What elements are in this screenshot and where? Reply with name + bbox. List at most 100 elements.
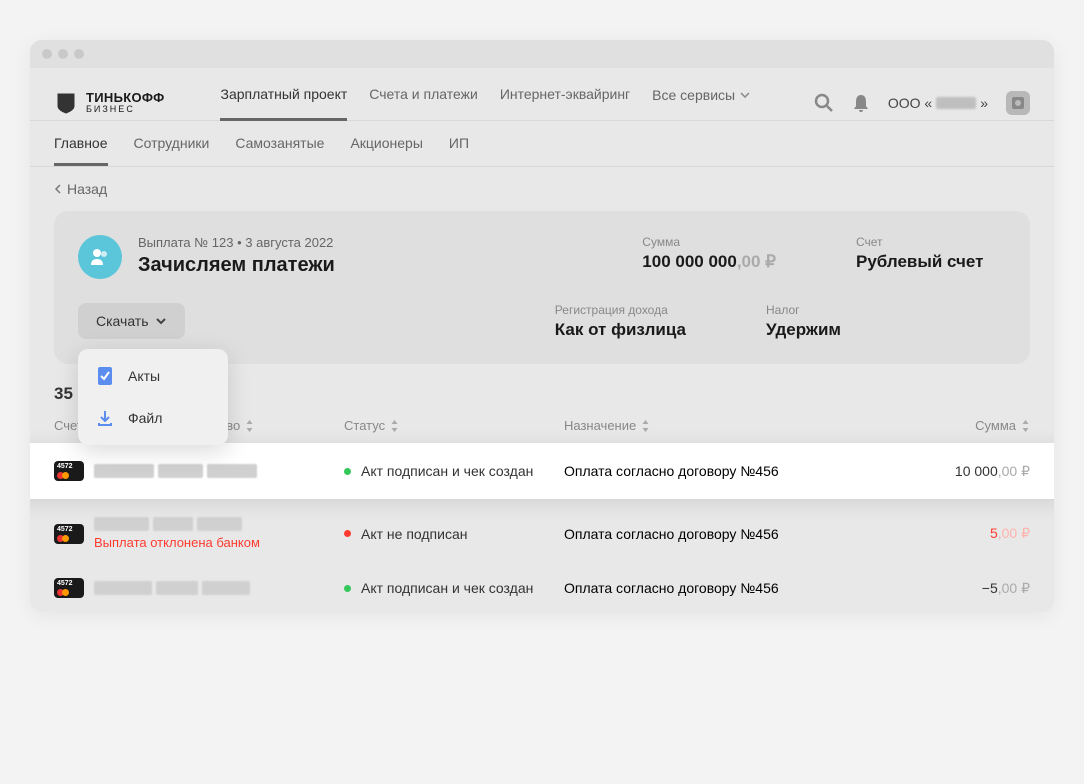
notifications-button[interactable] xyxy=(852,93,870,113)
row-amount-dec: ,00 ₽ xyxy=(998,463,1030,479)
chevron-down-icon xyxy=(155,317,167,325)
table-row[interactable]: 4572 Выплата отклонена банком Акт не под… xyxy=(30,503,1054,564)
card-last4: 4572 xyxy=(57,526,73,533)
download-menu: Акты Файл xyxy=(78,349,228,445)
menu-item-acts[interactable]: Акты xyxy=(78,355,228,397)
org-suffix: » xyxy=(980,95,988,111)
document-check-icon xyxy=(94,365,116,387)
payout-title: Зачисляем платежи xyxy=(138,254,626,277)
amount-cell: 10 000,00 ₽ xyxy=(955,463,1030,480)
sort-icon xyxy=(245,420,254,432)
account-label: Счет xyxy=(856,235,1006,249)
people-icon xyxy=(88,245,112,269)
main-nav-item-all-services[interactable]: Все сервисы xyxy=(652,86,750,120)
card-last4: 4572 xyxy=(57,463,73,470)
sub-nav-main[interactable]: Главное xyxy=(54,135,108,166)
th-status[interactable]: Статус xyxy=(344,418,564,433)
card-badge: 4572 xyxy=(54,461,84,481)
sub-nav-ip[interactable]: ИП xyxy=(449,135,469,166)
back-label: Назад xyxy=(67,181,107,197)
main-nav: Зарплатный проект Счета и платежи Интерн… xyxy=(220,86,750,120)
main-nav-item-payroll[interactable]: Зарплатный проект xyxy=(220,86,347,121)
reg-label: Регистрация дохода xyxy=(555,303,686,317)
app-window: ТИНЬКОФФ БИЗНЕС Зарплатный проект Счета … xyxy=(30,40,1054,612)
chevron-left-icon xyxy=(54,184,62,194)
main-header: ТИНЬКОФФ БИЗНЕС Зарплатный проект Счета … xyxy=(30,68,1054,120)
th-purpose[interactable]: Назначение xyxy=(564,418,900,433)
purpose-cell: Оплата согласно договору №456 xyxy=(564,463,900,479)
search-icon xyxy=(814,93,834,113)
table-row[interactable]: 4572 Акт подписан и чек создан Оплата со… xyxy=(30,564,1054,612)
sub-nav-shareholders[interactable]: Акционеры xyxy=(350,135,422,166)
menu-item-file[interactable]: Файл xyxy=(78,397,228,439)
row-amount-int: −5 xyxy=(982,580,998,596)
chevron-down-icon xyxy=(740,92,750,98)
logo-text-sub: БИЗНЕС xyxy=(86,105,164,114)
amount-cell: −5,00 ₽ xyxy=(982,580,1030,597)
menu-item-label: Файл xyxy=(128,410,162,426)
amount-int: 100 000 000 xyxy=(642,252,737,271)
th-amount-label: Сумма xyxy=(975,418,1016,433)
logo-text-main: ТИНЬКОФФ xyxy=(86,91,164,105)
logo[interactable]: ТИНЬКОФФ БИЗНЕС xyxy=(54,91,164,115)
all-services-label: Все сервисы xyxy=(652,87,735,103)
status-dot-icon xyxy=(344,585,351,592)
sort-icon xyxy=(1021,420,1030,432)
payout-avatar xyxy=(78,235,122,279)
status-text: Акт подписан и чек создан xyxy=(361,580,533,596)
row-amount-int: 10 000 xyxy=(955,463,998,479)
status-dot-icon xyxy=(344,468,351,475)
menu-item-label: Акты xyxy=(128,368,160,384)
row-amount-dec: ,00 ₽ xyxy=(998,525,1030,541)
payout-meta: Выплата № 123 • 3 августа 2022 xyxy=(138,235,626,250)
sub-nav-employees[interactable]: Сотрудники xyxy=(134,135,210,166)
window-dot[interactable] xyxy=(74,49,84,59)
tax-label: Налог xyxy=(766,303,916,317)
table-row[interactable]: 4572 Акт подписан и чек создан Оплата со… xyxy=(30,443,1054,499)
bell-icon xyxy=(852,93,870,113)
employee-name-redacted xyxy=(94,464,257,478)
card-badge: 4572 xyxy=(54,524,84,544)
logo-icon xyxy=(54,91,78,115)
safe-icon xyxy=(1010,95,1026,111)
download-button[interactable]: Скачать xyxy=(78,303,185,339)
main-nav-item-accounts[interactable]: Счета и платежи xyxy=(369,86,478,120)
amount-dec: ,00 ₽ xyxy=(737,252,776,271)
status-cell: Акт подписан и чек создан xyxy=(344,463,533,479)
employee-name-redacted xyxy=(94,581,250,595)
amount-label: Сумма xyxy=(642,235,776,249)
row-amount-int: 5 xyxy=(990,525,998,541)
download-label: Скачать xyxy=(96,313,149,329)
card-badge: 4572 xyxy=(54,578,84,598)
status-cell: Акт подписан и чек создан xyxy=(344,580,533,596)
back-link[interactable]: Назад xyxy=(30,167,1054,211)
card-last4: 4572 xyxy=(57,580,73,587)
row-error: Выплата отклонена банком xyxy=(94,535,260,550)
row-amount-dec: ,00 ₽ xyxy=(998,580,1030,596)
summary-card: Выплата № 123 • 3 августа 2022 Зачисляем… xyxy=(54,211,1030,364)
tax-value: Удержим xyxy=(766,320,916,340)
purpose-cell: Оплата согласно договору №456 xyxy=(564,526,900,542)
download-file-icon xyxy=(94,407,116,429)
sub-nav: Главное Сотрудники Самозанятые Акционеры… xyxy=(30,121,1054,166)
employee-name-redacted xyxy=(94,517,260,531)
window-titlebar xyxy=(30,40,1054,68)
sub-nav-selfemployed[interactable]: Самозанятые xyxy=(235,135,324,166)
account-value: Рублевый счет xyxy=(856,252,1006,272)
purpose-cell: Оплата согласно договору №456 xyxy=(564,580,900,596)
search-button[interactable] xyxy=(814,93,834,113)
lock-badge[interactable] xyxy=(1006,91,1030,115)
th-purpose-label: Назначение xyxy=(564,418,636,433)
org-selector[interactable]: ООО « » xyxy=(888,95,988,111)
reg-value: Как от физлица xyxy=(555,320,686,340)
org-prefix: ООО « xyxy=(888,95,932,111)
header-right: ООО « » xyxy=(814,91,1030,115)
window-dot[interactable] xyxy=(58,49,68,59)
main-nav-item-acquiring[interactable]: Интернет-эквайринг xyxy=(500,86,630,120)
th-amount[interactable]: Сумма xyxy=(900,418,1030,433)
window-dot[interactable] xyxy=(42,49,52,59)
status-text: Акт не подписан xyxy=(361,526,467,542)
amount-cell: 5,00 ₽ xyxy=(990,525,1030,542)
amount-value: 100 000 000,00 ₽ xyxy=(642,252,776,272)
sort-icon xyxy=(390,420,399,432)
